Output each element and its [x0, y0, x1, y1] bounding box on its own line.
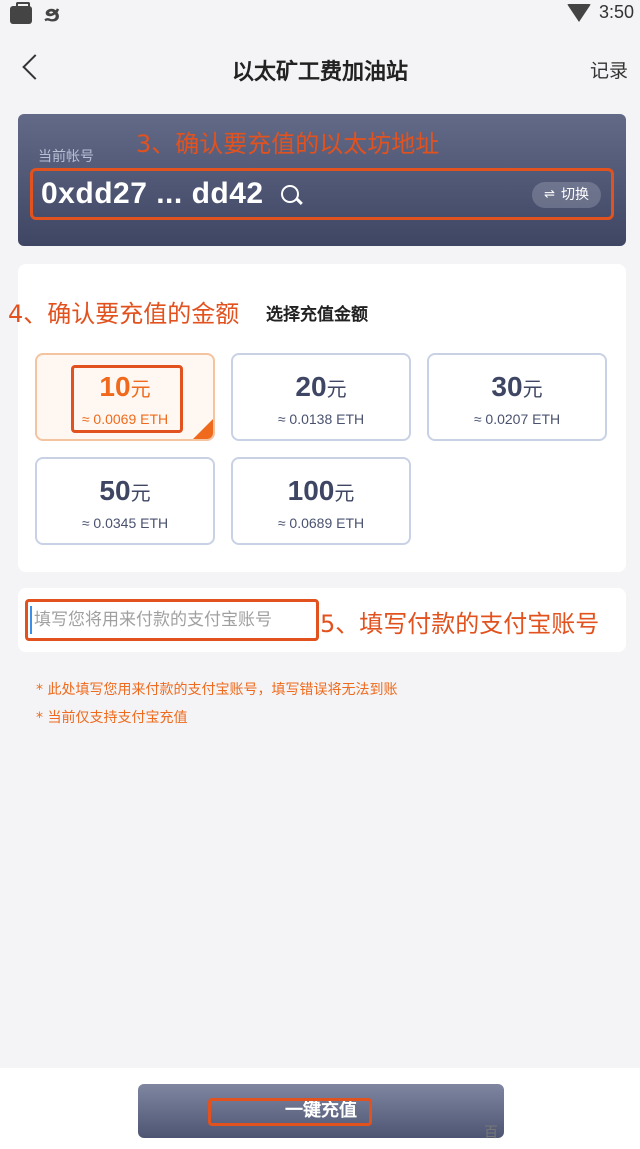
briefcase-icon	[10, 2, 32, 24]
option-number: 100	[287, 475, 335, 506]
amount-option-20[interactable]: 20元 ≈ 0.0138 ETH	[231, 353, 411, 441]
annotation-step3: 3、确认要充值的以太坊地址	[136, 130, 440, 158]
alipay-input-card: 5、填写付款的支付宝账号	[18, 588, 626, 652]
status-right: 3:50	[566, 2, 634, 23]
amount-title: 选择充值金额	[266, 305, 368, 325]
status-left: ϧ	[10, 2, 61, 27]
records-link[interactable]: 记录	[590, 56, 628, 83]
annotation-step4: 4、确认要充值的金额	[8, 300, 240, 328]
option-eth: ≈ 0.0689 ETH	[277, 515, 365, 531]
account-card: 当前帐号 3、确认要充值的以太坊地址 0xdd27 ... dd42 ⇌ 切换	[18, 114, 626, 246]
option-number: 30	[491, 371, 523, 402]
amount-option-30[interactable]: 30元 ≈ 0.0207 ETH	[427, 353, 607, 441]
note-item: * 当前仅支持支付宝充值	[36, 710, 188, 726]
address-highlight: 0xdd27 ... dd42 ⇌ 切换	[30, 168, 614, 220]
switch-account-button[interactable]: ⇌ 切换	[532, 182, 601, 208]
option-number: 20	[295, 371, 327, 402]
option-value: 100元	[233, 475, 409, 507]
account-label: 当前帐号	[38, 149, 94, 165]
status-bar: ϧ 3:50	[0, 0, 640, 30]
one-click-recharge-button[interactable]: 一键充值	[138, 1084, 504, 1138]
option-value: 30元	[429, 371, 605, 403]
alipay-account-input[interactable]	[30, 606, 310, 634]
amount-option-100[interactable]: 100元 ≈ 0.0689 ETH	[231, 457, 411, 545]
recharge-button-highlight	[208, 1098, 372, 1126]
bottom-bar: 一键充值 百	[0, 1068, 640, 1149]
swap-icon: ⇌	[544, 187, 555, 202]
option-unit: 元	[334, 481, 355, 505]
option-unit: 元	[130, 481, 151, 505]
selected-corner-mark	[192, 418, 213, 439]
wifi-icon	[566, 3, 591, 22]
search-icon[interactable]	[281, 185, 299, 203]
notes: * 此处填写您用来付款的支付宝账号，填写错误将无法到账 * 当前仅支持支付宝充值	[36, 676, 397, 732]
option-unit: 元	[326, 377, 347, 401]
switch-label: 切换	[561, 187, 589, 203]
option-value: 50元	[37, 475, 213, 507]
page-title: 以太矿工费加油站	[231, 60, 408, 85]
option-value: 20元	[233, 371, 409, 403]
note-item: * 此处填写您用来付款的支付宝账号，填写错误将无法到账	[36, 682, 398, 698]
header: 以太矿工费加油站 记录	[0, 40, 640, 96]
amount-option-10[interactable]: 10元 ≈ 0.0069 ETH	[35, 353, 215, 441]
amount-card: 4、确认要充值的金额 选择充值金额 10元 ≈ 0.0069 ETH 20元 ≈…	[8, 264, 626, 572]
watermark: 百	[484, 1125, 498, 1141]
option-eth: ≈ 0.0138 ETH	[277, 411, 365, 427]
amount-option-50[interactable]: 50元 ≈ 0.0345 ETH	[35, 457, 215, 545]
option-number: 50	[99, 475, 131, 506]
option-unit: 元	[522, 377, 543, 401]
selected-highlight	[71, 365, 183, 433]
status-time: 3:50	[598, 2, 634, 22]
account-address: 0xdd27 ... dd42	[41, 177, 264, 210]
option-eth: ≈ 0.0207 ETH	[473, 411, 561, 427]
app-notification-icon: ϧ	[44, 2, 61, 27]
annotation-step5: 5、填写付款的支付宝账号	[320, 610, 600, 638]
option-eth: ≈ 0.0345 ETH	[81, 515, 169, 531]
